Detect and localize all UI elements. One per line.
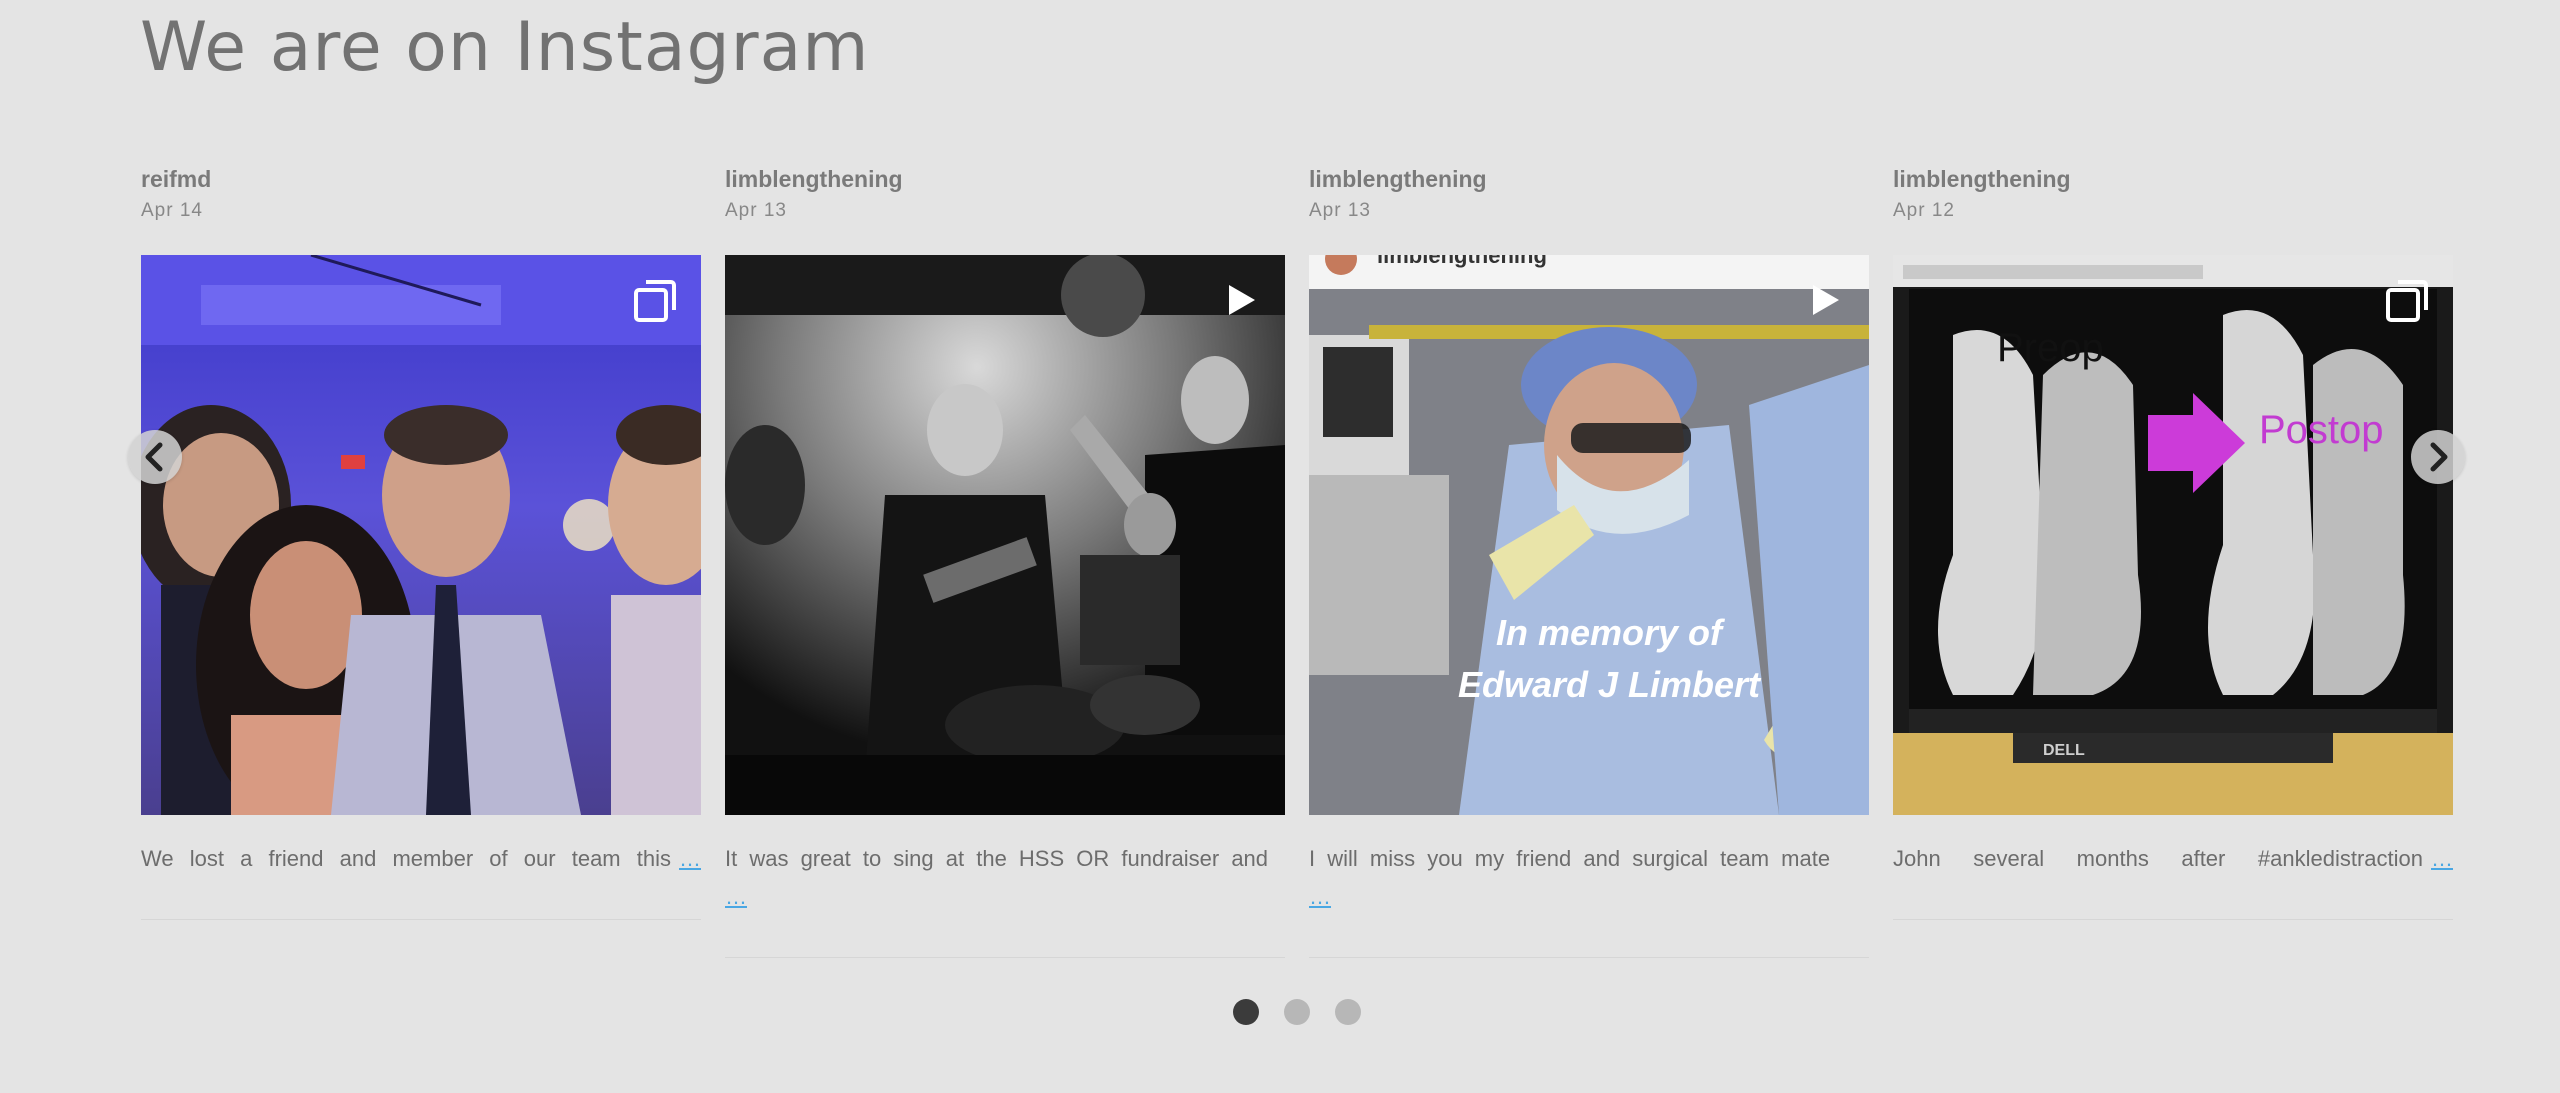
image-overlay-line1: In memory of [1496, 612, 1725, 653]
wedding-photo [141, 255, 701, 815]
post-username[interactable]: limblengthening [725, 166, 903, 193]
read-more-link[interactable]: … [679, 846, 701, 871]
chevron-left-icon [145, 442, 163, 472]
monitor-brand: DELL [2043, 742, 2085, 759]
pagination-dot-1[interactable] [1233, 999, 1259, 1025]
xray-monitor-photo: Preop Postop DELL [1893, 255, 2453, 815]
multiple-images-icon [634, 280, 676, 322]
xray-label-postop: Postop [2259, 408, 2384, 452]
play-icon [1813, 285, 1839, 315]
caption-text: I will miss you my friend and surgical t… [1309, 846, 1831, 871]
pagination-dot-2[interactable] [1284, 999, 1310, 1025]
caption-text: We lost a friend and member of our team … [141, 846, 671, 871]
post-caption: John several months after #ankledistract… [1893, 840, 2453, 878]
post-image[interactable] [141, 255, 701, 815]
caption-text: John several months after #ankledistract… [1893, 846, 2423, 871]
surgeon-memorial-photo: limblengthening In memory of Edward J Li… [1309, 255, 1869, 815]
post-username[interactable]: limblengthening [1893, 166, 2071, 193]
image-header-handle: limblengthening [1377, 255, 1547, 268]
multiple-images-icon [2386, 280, 2428, 322]
post-image[interactable]: limblengthening In memory of Edward J Li… [1309, 255, 1869, 815]
image-overlay-line2: Edward J Limbert [1458, 664, 1762, 705]
post-username[interactable]: limblengthening [1309, 166, 1487, 193]
xray-label-preop: Preop [1997, 326, 2104, 370]
post-date: Apr 14 [141, 200, 203, 221]
post-caption: It was great to sing at the HSS OR fundr… [725, 840, 1285, 916]
section-title: We are on Instagram [140, 8, 870, 87]
post-date: Apr 12 [1893, 200, 1955, 221]
post-caption: I will miss you my friend and surgical t… [1309, 840, 1869, 916]
post-image[interactable]: Preop Postop DELL [1893, 255, 2453, 815]
pagination-dot-3[interactable] [1335, 999, 1361, 1025]
band-concert-photo [725, 255, 1285, 815]
post-caption: We lost a friend and member of our team … [141, 840, 701, 878]
instagram-feed: reifmd Apr 14 We lost a friend and membe… [141, 160, 2455, 960]
post-date: Apr 13 [1309, 200, 1371, 221]
read-more-link[interactable]: … [2431, 846, 2453, 871]
divider [725, 957, 1285, 958]
post-date: Apr 13 [725, 200, 787, 221]
instagram-section: We are on Instagram reifmd Apr 14 We los… [0, 0, 2560, 1093]
carousel-next-button[interactable] [2411, 430, 2465, 484]
post-image[interactable] [725, 255, 1285, 815]
divider [141, 919, 701, 920]
read-more-link[interactable]: … [725, 884, 747, 909]
chevron-right-icon [2430, 442, 2448, 472]
caption-text: It was great to sing at the HSS OR fundr… [725, 846, 1269, 871]
read-more-link[interactable]: … [1309, 884, 1331, 909]
carousel-prev-button[interactable] [128, 430, 182, 484]
divider [1309, 957, 1869, 958]
divider [1893, 919, 2453, 920]
play-icon [1229, 285, 1255, 315]
post-username[interactable]: reifmd [141, 166, 211, 193]
